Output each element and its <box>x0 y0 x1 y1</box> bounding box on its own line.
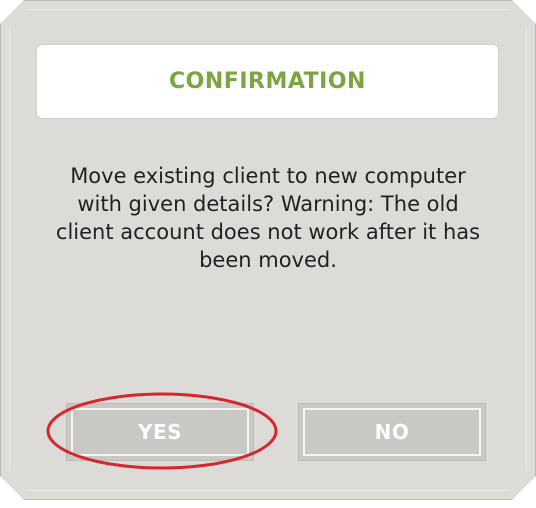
dialog-header: CONFIRMATION <box>36 44 499 119</box>
yes-button-face: YES <box>71 408 249 456</box>
yes-button[interactable]: YES <box>66 403 254 461</box>
dialog-message: Move existing client to new computer wit… <box>55 164 481 272</box>
no-button-face: NO <box>303 408 481 456</box>
dialog-title: CONFIRMATION <box>169 69 366 94</box>
yes-button-label: YES <box>137 420 183 444</box>
no-button-label: NO <box>374 420 410 444</box>
no-button[interactable]: NO <box>298 403 486 461</box>
